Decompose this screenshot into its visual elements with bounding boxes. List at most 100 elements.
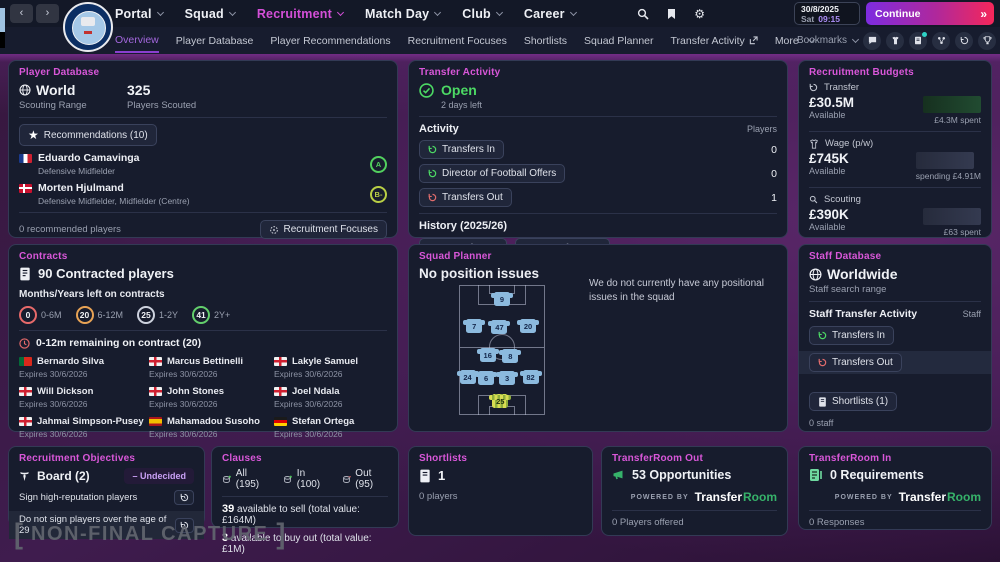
tab-player-database[interactable]: Player Database — [176, 35, 254, 47]
player-shirt[interactable]: 20 — [520, 319, 536, 333]
staff-transfers-out-button[interactable]: Transfers Out — [809, 353, 902, 372]
clock-icon — [19, 338, 30, 349]
contract-player[interactable]: Mahamadou SusohoExpires 30/6/2026 — [149, 416, 274, 439]
shortlists-count[interactable]: 1 — [419, 468, 582, 483]
transfers-in-button[interactable]: Transfers In — [419, 140, 504, 159]
staff-transfers-in-button[interactable]: Transfers In — [809, 326, 894, 345]
nation-flag — [19, 387, 32, 396]
contract-player[interactable]: Jahmai Simpson-PuseyExpires 30/6/2026 — [19, 416, 149, 439]
recommended-player-row[interactable]: Morten Hjulmand Defensive Midfielder, Mi… — [19, 182, 387, 206]
sync-icon[interactable] — [955, 32, 973, 50]
objective-row[interactable]: Sign high-reputation players — [9, 487, 204, 508]
player-shirt[interactable]: 82 — [523, 370, 539, 384]
nation-flag — [19, 417, 32, 426]
trophy-icon[interactable] — [978, 32, 996, 50]
nav-career[interactable]: Career — [524, 7, 576, 21]
game-date[interactable]: 30/8/2025 Sat09:15 — [794, 2, 860, 25]
inbox-chat-icon[interactable] — [863, 32, 881, 50]
document-icon — [419, 469, 431, 483]
bookmarks-dropdown[interactable]: Bookmarks — [797, 27, 858, 54]
recommendations-button[interactable]: ★Recommendations (10) — [19, 124, 157, 146]
bucket-0-6m[interactable]: 00-6M — [19, 306, 62, 324]
clauses-all-filter[interactable]: All (195) — [222, 468, 269, 490]
board-objectives-headline[interactable]: Board (2) — [19, 469, 90, 483]
staff-database-panel: Staff Database Worldwide Staff search ra… — [798, 244, 992, 432]
tab-overview[interactable]: Overview — [115, 28, 159, 53]
player-shirt[interactable]: 7 — [466, 319, 482, 333]
player-shirt[interactable]: 47 — [491, 320, 507, 334]
player-shirt[interactable]: 9 — [494, 292, 510, 306]
bookmark-icon[interactable] — [666, 8, 677, 20]
bucket-1-2y[interactable]: 251-2Y — [137, 306, 178, 324]
globe-icon — [809, 268, 822, 281]
tab-transfer-activity[interactable]: Transfer Activity — [671, 35, 758, 47]
clauses-in-filter[interactable]: In (100) — [283, 468, 328, 490]
objective-history-button[interactable] — [174, 490, 194, 505]
tab-recruitment-focuses[interactable]: Recruitment Focuses — [408, 35, 507, 47]
dof-offers-button[interactable]: Director of Football Offers — [419, 164, 565, 183]
dof-offers-count: 0 — [771, 168, 777, 180]
contract-player[interactable]: Lakyle SamuelExpires 30/6/2026 — [274, 356, 387, 379]
undecided-status-badge: – Undecided — [124, 468, 194, 484]
forward-button[interactable]: › — [36, 4, 59, 23]
contract-player[interactable]: Marcus BettinelliExpires 30/6/2026 — [149, 356, 274, 379]
tab-player-recommendations[interactable]: Player Recommendations — [270, 35, 390, 47]
player-database-panel: Player Database World Scouting Range 325… — [8, 60, 398, 238]
contracted-players-headline[interactable]: 90 Contracted players — [19, 266, 387, 281]
notification-dot — [922, 32, 927, 37]
document-icon — [19, 267, 31, 281]
budget-bar — [916, 152, 974, 169]
continue-button[interactable]: Continue » — [866, 2, 994, 25]
chevron-down-icon — [157, 8, 164, 15]
nav-squad[interactable]: Squad — [185, 7, 235, 21]
requirements-headline[interactable]: 0 Requirements — [809, 468, 981, 482]
back-button[interactable]: ‹ — [10, 4, 33, 23]
nav-club[interactable]: Club — [462, 7, 502, 21]
bucket-2y-plus[interactable]: 412Y+ — [192, 306, 230, 324]
staff-shortlists-button[interactable]: Shortlists (1) — [809, 392, 897, 411]
scouting-budget[interactable]: Scouting £390KAvailable £63 spent — [809, 194, 981, 237]
player-shirt[interactable]: 6 — [478, 371, 494, 385]
recruitment-focuses-button[interactable]: Recruitment Focuses — [260, 220, 387, 239]
top-utility-icons: ⚙ — [637, 0, 705, 27]
news-document-icon[interactable] — [909, 32, 927, 50]
contract-player[interactable]: Will DicksonExpires 30/6/2026 — [19, 386, 149, 409]
transfer-in-sync-icon — [428, 145, 437, 154]
wage-budget[interactable]: Wage (p/w) £745KAvailable spending £4.91… — [809, 138, 981, 181]
squad-shirt-icon[interactable] — [886, 32, 904, 50]
club-badge-manchester-city[interactable] — [63, 2, 113, 52]
settings-gear-icon[interactable]: ⚙ — [694, 7, 705, 21]
opportunities-headline[interactable]: 53 Opportunities — [612, 468, 777, 482]
player-shirt[interactable]: 8 — [502, 349, 518, 363]
clauses-out-filter[interactable]: Out (95) — [342, 468, 389, 490]
player-shirt[interactable]: 24 — [460, 370, 476, 384]
recommended-player-row[interactable]: Eduardo Camavinga Defensive Midfielder A — [19, 152, 387, 176]
player-shirt[interactable]: 3 — [499, 371, 515, 385]
scouting-range-stat[interactable]: World Scouting Range — [19, 82, 127, 111]
transfer-in-sync-icon — [818, 331, 827, 340]
main-nav: Portal Squad Recruitment Match Day Club … — [115, 0, 576, 27]
panel-title: Staff Database — [809, 251, 981, 262]
tab-squad-planner[interactable]: Squad Planner — [584, 35, 653, 47]
transfers-out-button[interactable]: Transfers Out — [419, 188, 512, 207]
contract-player[interactable]: Stefan OrtegaExpires 30/6/2026 — [274, 416, 387, 439]
players-scouted-stat: 325 Players Scouted — [127, 82, 196, 111]
transfer-budget[interactable]: Transfer £30.5MAvailable £4.3M spent — [809, 82, 981, 125]
staff-search-range[interactable]: Worldwide — [809, 266, 981, 282]
tactics-formation-icon[interactable] — [932, 32, 950, 50]
contract-player[interactable]: Joel NdalaExpires 30/6/2026 — [274, 386, 387, 409]
contract-player[interactable]: Bernardo SilvaExpires 30/6/2026 — [19, 356, 149, 379]
nav-recruitment[interactable]: Recruitment — [257, 7, 343, 21]
nav-match-day[interactable]: Match Day — [365, 7, 440, 21]
player-shirt[interactable]: 16 — [480, 348, 496, 362]
shortlists-panel: Shortlists 1 0 players — [408, 446, 593, 536]
chevron-down-icon — [229, 8, 236, 15]
nav-portal[interactable]: Portal — [115, 7, 163, 21]
formation-pitch[interactable]: 9 7 47 20 16 8 24 6 3 82 25 — [459, 285, 545, 415]
contract-player[interactable]: John StonesExpires 30/6/2026 — [149, 386, 274, 409]
staff-column-header: Staff — [963, 309, 981, 319]
goalkeeper-shirt[interactable]: 25 — [492, 394, 508, 408]
tab-shortlists[interactable]: Shortlists — [524, 35, 567, 47]
bucket-6-12m[interactable]: 206-12M — [76, 306, 124, 324]
search-icon[interactable] — [637, 8, 649, 20]
